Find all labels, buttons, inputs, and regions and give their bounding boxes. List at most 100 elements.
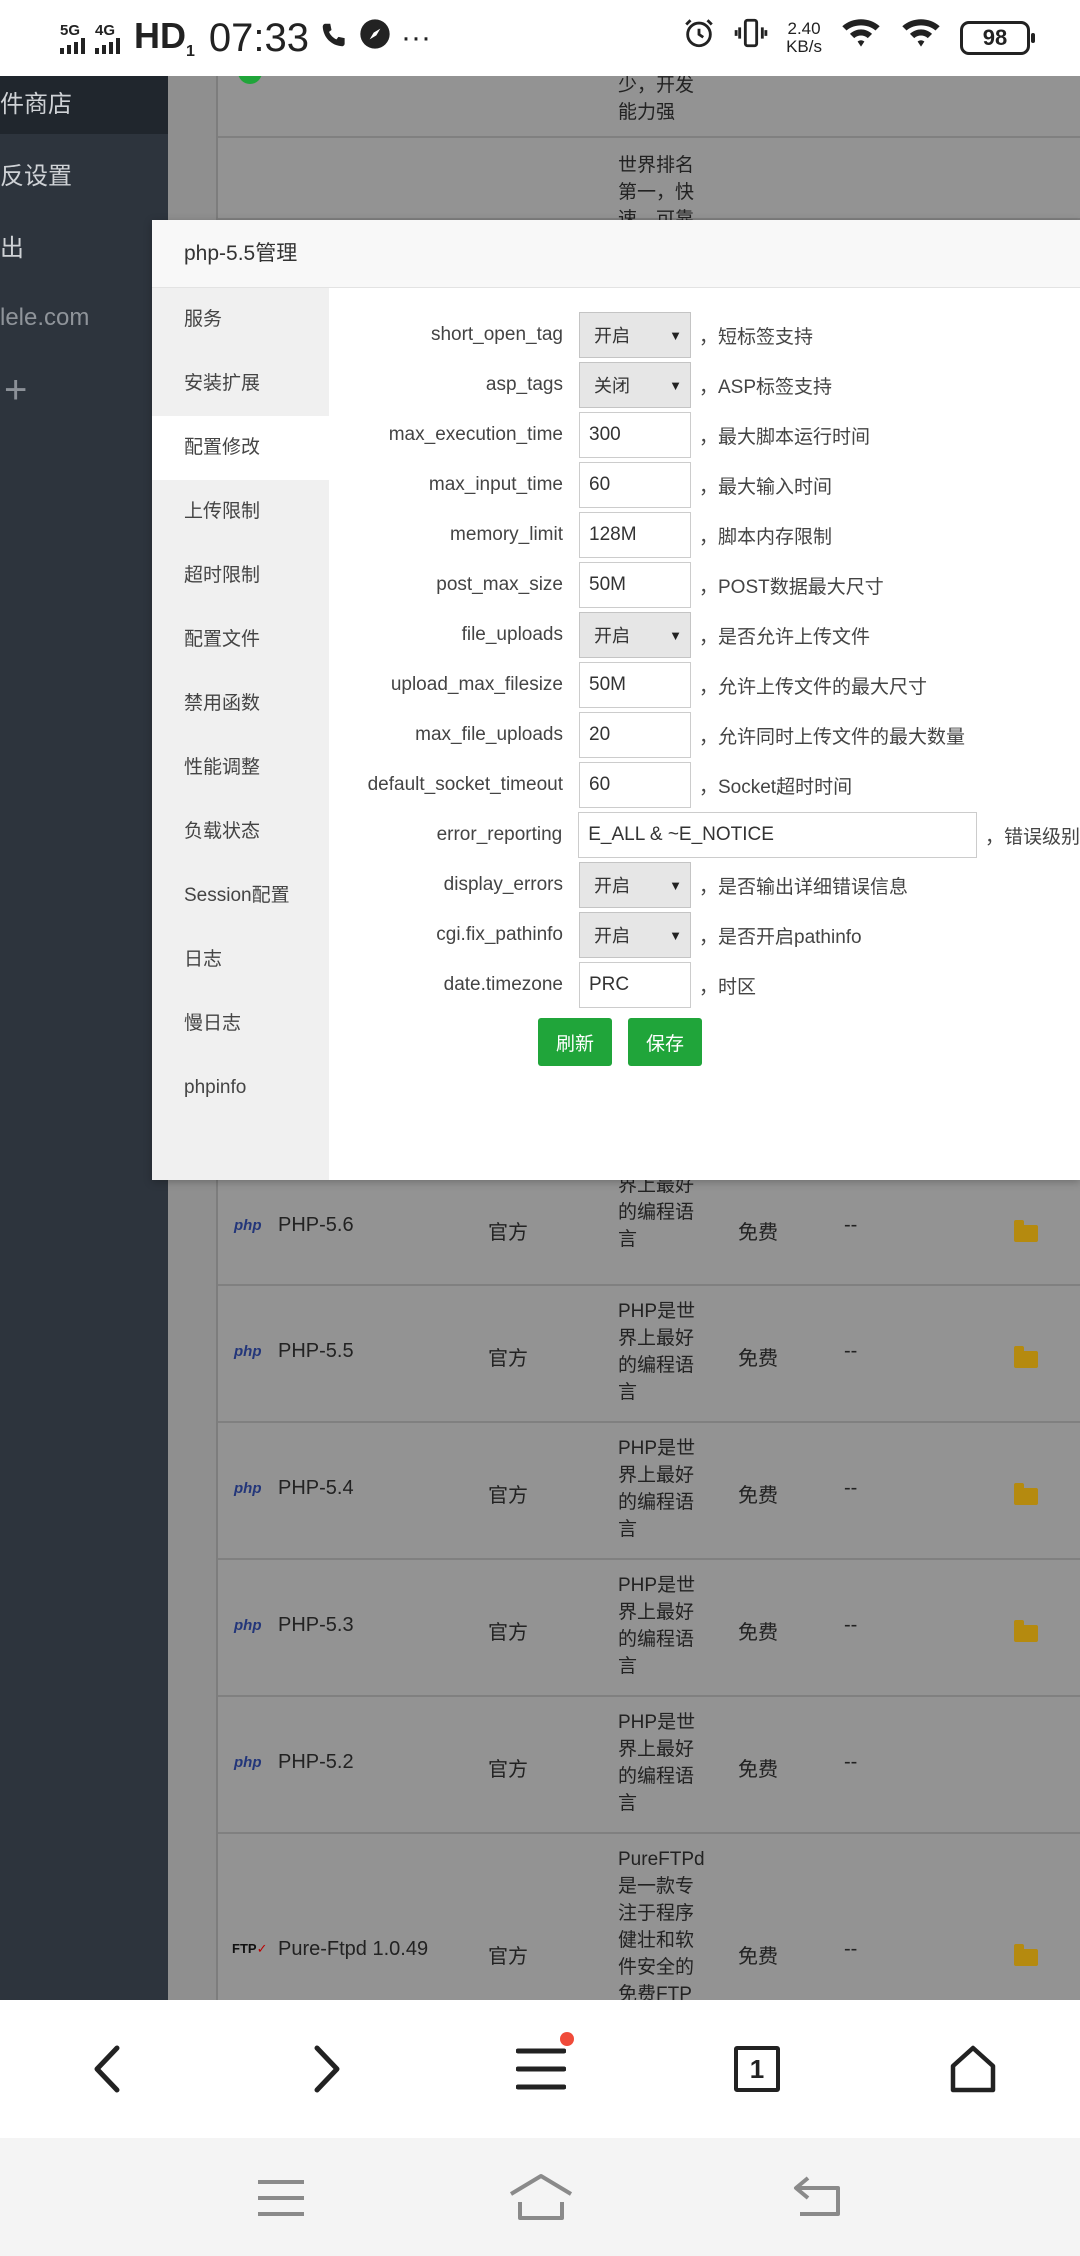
table-row[interactable]: php PHP-5.5 官方 PHP是世 界上最好 的编程语 言 免费 -- [218, 1286, 1080, 1423]
nav-item-service[interactable]: 服务 [152, 288, 329, 352]
field-label: upload_max_filesize [390, 674, 563, 695]
table-row[interactable]: php PHP-5.3 官方 PHP是世 界上最好 的编程语 言 免费 -- [218, 1560, 1080, 1697]
software-desc: PureFTPd 是一款专 注于程序 健壮和软 件安全的 免费FTP [618, 1849, 705, 2000]
network-speed: 2.40 KB/s [786, 19, 822, 56]
default-socket-timeout-input[interactable]: 60 [579, 762, 691, 808]
nav-item-timeout-limit[interactable]: 超时限制 [152, 544, 329, 608]
nav-item-config-file[interactable]: 配置文件 [152, 608, 329, 672]
software-desc: 界上最好 的编程语 言 [618, 1175, 695, 1250]
field-row-post-max-size: post_max_size 50M ，POST数据最大尺寸 [329, 560, 884, 610]
vibrate-icon [734, 16, 768, 60]
sidebar-item-logout[interactable]: 出 [0, 228, 24, 263]
software-price: 免费 [738, 1222, 778, 1244]
nav-item-log[interactable]: 日志 [152, 928, 329, 992]
table-row[interactable]: php PHP-5.2 官方 PHP是世 界上最好 的编程语 言 免费 -- [218, 1697, 1080, 1834]
battery-icon: 98 [960, 21, 1035, 55]
memory-limit-input[interactable]: 128M [579, 512, 691, 558]
folder-icon[interactable] [1014, 1620, 1038, 1642]
wifi-icon-2 [900, 16, 942, 60]
tabs-icon: 1 [734, 2046, 780, 2092]
table-row[interactable]: php PHP-5.4 官方 PHP是世 界上最好 的编程语 言 免费 -- [218, 1423, 1080, 1560]
nav-item-slow-log[interactable]: 慢日志 [152, 992, 329, 1056]
field-row-display-errors: display_errors 开启 ，是否输出详细错误信息 [329, 860, 908, 910]
field-desc: ，错误级别 [984, 826, 1080, 848]
software-expire: -- [844, 1340, 858, 1362]
folder-icon[interactable] [1014, 1483, 1038, 1505]
nav-item-upload-limit[interactable]: 上传限制 [152, 480, 329, 544]
field-desc: ，时区 [699, 976, 757, 998]
nav-item-phpinfo[interactable]: phpinfo [152, 1056, 329, 1120]
field-desc: ，是否开启pathinfo [699, 926, 862, 948]
post-max-size-input[interactable]: 50M [579, 562, 691, 608]
chevron-left-icon [94, 2045, 120, 2093]
home-button[interactable] [938, 2034, 1008, 2104]
field-label: cgi.fix_pathinfo [436, 924, 563, 945]
browser-toolbar: 1 [0, 2000, 1080, 2138]
field-row-max-input-time: max_input_time 60 ，最大输入时间 [329, 460, 832, 510]
nav-item-load-status[interactable]: 负载状态 [152, 800, 329, 864]
alarm-icon [682, 16, 716, 60]
system-menu-button[interactable] [256, 2178, 306, 2223]
tabs-button[interactable]: 1 [722, 2034, 792, 2104]
table-row[interactable]: FTP✓ Pure-Ftpd 1.0.49 官方 PureFTPd 是一款专 注… [218, 1834, 1080, 2000]
nav-item-config-edit[interactable]: 配置修改 [152, 416, 329, 480]
table-row[interactable]: php PHP-5.6 官方 界上最好 的编程语 言 免费 -- [218, 1175, 1080, 1286]
hd-indicator: HD1 [134, 14, 195, 61]
field-desc: ，最大输入时间 [699, 476, 833, 498]
max-file-uploads-input[interactable]: 20 [579, 712, 691, 758]
software-price: 免费 [738, 1348, 778, 1370]
nav-item-extensions[interactable]: 安装扩展 [152, 352, 329, 416]
field-label: default_socket_timeout [367, 774, 563, 795]
php-logo-icon: php [234, 1217, 262, 1234]
nav-item-performance[interactable]: 性能调整 [152, 736, 329, 800]
add-icon[interactable]: + [4, 368, 27, 413]
field-desc: ，短标签支持 [699, 326, 814, 348]
asp-tags-select[interactable]: 关闭 [579, 362, 691, 408]
field-row-upload-max-filesize: upload_max_filesize 50M ，允许上传文件的最大尺寸 [329, 660, 927, 710]
system-home-button[interactable] [508, 2172, 574, 2227]
software-source: 官方 [488, 1759, 528, 1781]
system-nav-bar [0, 2138, 1080, 2256]
max-input-time-input[interactable]: 60 [579, 462, 691, 508]
software-expire: -- [844, 1214, 858, 1236]
folder-icon[interactable] [1014, 1220, 1038, 1242]
folder-icon[interactable] [1014, 1944, 1038, 1966]
nav-item-disabled-functions[interactable]: 禁用函数 [152, 672, 329, 736]
table-row: 少，开发 能力强 [218, 76, 1080, 138]
forward-button[interactable] [290, 2034, 360, 2104]
sidebar-item-store[interactable]: 件商店 [0, 84, 72, 119]
nav-item-session[interactable]: Session配置 [152, 864, 329, 928]
software-price: 免费 [738, 1485, 778, 1507]
save-button[interactable]: 保存 [628, 1018, 702, 1066]
field-row-error-reporting: error_reporting E_ALL & ~E_NOTICE ，错误级别 [329, 810, 1080, 860]
notification-dot [560, 2032, 574, 2046]
error-reporting-input[interactable]: E_ALL & ~E_NOTICE [578, 812, 977, 858]
field-label: memory_limit [450, 524, 563, 545]
short-open-tag-select[interactable]: 开启 [579, 312, 691, 358]
software-source: 官方 [488, 1946, 528, 1968]
software-name: Pure-Ftpd 1.0.49 [278, 1938, 429, 1960]
field-label: max_input_time [428, 474, 563, 495]
sidebar-item-panel-settings[interactable]: 反设置 [0, 156, 72, 191]
field-row-file-uploads: file_uploads 开启 ，是否允许上传文件 [329, 610, 870, 660]
field-desc: ，脚本内存限制 [699, 526, 833, 548]
refresh-button[interactable]: 刷新 [538, 1018, 612, 1066]
folder-icon[interactable] [1014, 1346, 1038, 1368]
field-row-max-file-uploads: max_file_uploads 20 ，允许同时上传文件的最大数量 [329, 710, 965, 760]
system-back-button[interactable] [792, 2174, 842, 2223]
field-row-max-execution-time: max_execution_time 300 ，最大脚本运行时间 [329, 410, 870, 460]
field-label: display_errors [443, 874, 563, 895]
software-source: 官方 [488, 1348, 528, 1370]
software-name: PHP-5.3 [278, 1614, 354, 1636]
software-name: PHP-5.4 [278, 1477, 354, 1499]
back-button[interactable] [74, 2034, 144, 2104]
file-uploads-select[interactable]: 开启 [579, 612, 691, 658]
menu-button[interactable] [506, 2032, 576, 2104]
date-timezone-input[interactable]: PRC [579, 962, 691, 1008]
upload-max-filesize-input[interactable]: 50M [579, 662, 691, 708]
display-errors-select[interactable]: 开启 [579, 862, 691, 908]
sidebar: 件商店 反设置 出 lele.com + [0, 76, 168, 2000]
max-execution-time-input[interactable]: 300 [579, 412, 691, 458]
cgi-fix-pathinfo-select[interactable]: 开启 [579, 912, 691, 958]
software-source: 官方 [488, 1622, 528, 1644]
